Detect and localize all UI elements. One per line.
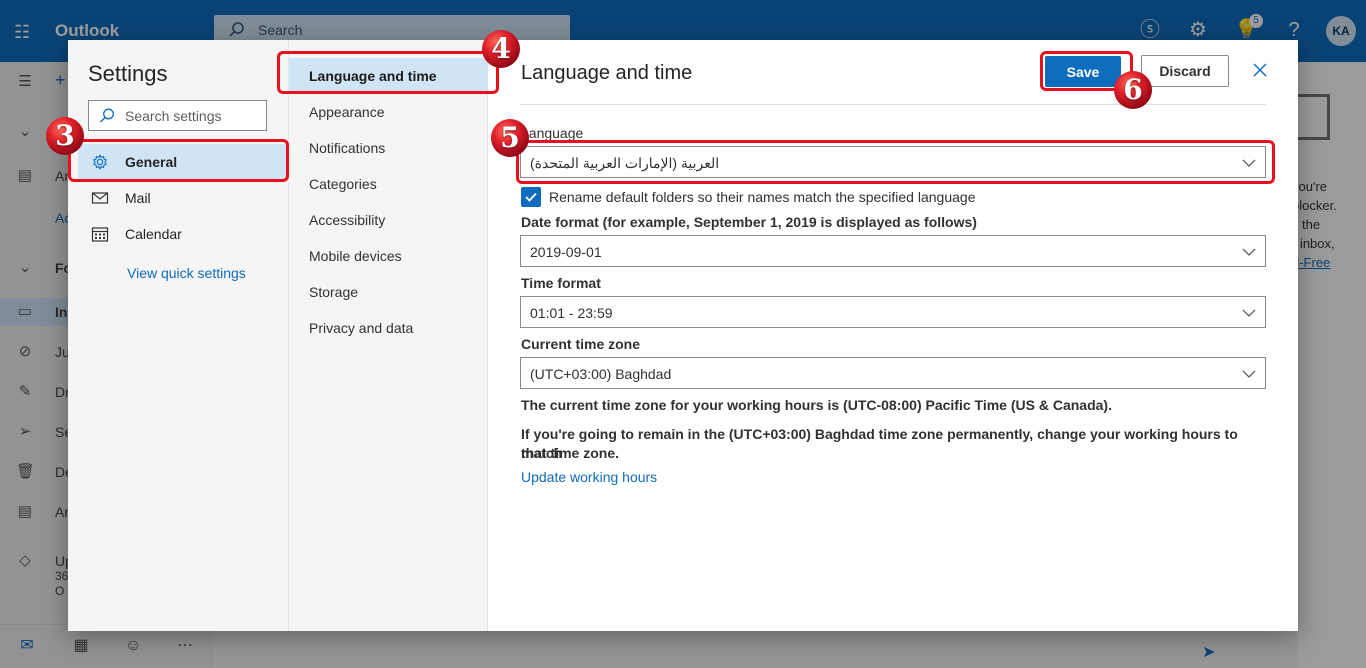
step-badge: 6 [1114, 71, 1152, 109]
category-label: Mail [125, 190, 151, 206]
subcategory-storage[interactable]: Storage [289, 274, 488, 310]
time-format-dropdown[interactable]: 01:01 - 23:59 [520, 296, 1266, 328]
step-badge: 3 [46, 117, 84, 155]
step-badge: 4 [482, 30, 520, 68]
date-format-label: Date format (for example, September 1, 2… [521, 214, 977, 230]
time-zone-label: Current time zone [521, 336, 641, 352]
rename-folders-checkbox[interactable] [521, 187, 541, 207]
subcategory-label: Notifications [309, 140, 386, 156]
time-zone-dropdown[interactable]: (UTC+03:00) Baghdad [520, 357, 1266, 389]
subcategory-notifications[interactable]: Notifications [289, 130, 488, 166]
divider [520, 104, 1266, 105]
chevron-down-icon [1242, 309, 1256, 317]
working-hours-note: The current time zone for your working h… [521, 397, 1112, 413]
discard-button[interactable]: Discard [1141, 55, 1229, 87]
mail-icon [91, 192, 109, 204]
subcategory-label: Appearance [309, 104, 385, 120]
subcategory-mobile-devices[interactable]: Mobile devices [289, 238, 488, 274]
highlight-general [68, 139, 289, 182]
pane-title: Language and time [521, 62, 693, 84]
settings-subcategory-pane: Language and time Appearance Notificatio… [288, 40, 488, 631]
calendar-icon [91, 227, 109, 242]
checkmark-icon [525, 192, 537, 202]
settings-search-input[interactable] [123, 105, 263, 127]
close-icon[interactable] [1250, 60, 1270, 80]
category-calendar[interactable]: Calendar [78, 216, 288, 252]
category-label: Calendar [125, 226, 182, 242]
language-label: Language [521, 125, 584, 141]
date-format-value: 2019-09-01 [530, 244, 602, 260]
subcategory-label: Accessibility [309, 212, 386, 228]
subcategory-label: Mobile devices [309, 248, 402, 264]
time-format-label: Time format [521, 275, 601, 291]
subcategory-label: Storage [309, 284, 359, 300]
settings-search[interactable] [88, 100, 267, 131]
search-icon [100, 108, 114, 123]
step-badge: 5 [491, 119, 529, 157]
subcategory-accessibility[interactable]: Accessibility [289, 202, 488, 238]
settings-category-pane: Settings General Mail Calendar View quic… [68, 40, 288, 631]
highlight-language-dropdown [516, 140, 1275, 184]
subcategory-categories[interactable]: Categories [289, 166, 488, 202]
rename-folders-label[interactable]: Rename default folders so their names ma… [549, 189, 975, 205]
update-working-hours-link[interactable]: Update working hours [521, 469, 657, 485]
highlight-language-and-time [277, 51, 499, 94]
time-format-value: 01:01 - 23:59 [530, 305, 613, 321]
chevron-down-icon [1242, 370, 1256, 378]
settings-detail-pane: Language and time Save Discard Language … [488, 40, 1298, 631]
settings-dialog: Settings General Mail Calendar View quic… [68, 40, 1298, 631]
settings-title: Settings [88, 61, 168, 86]
category-mail[interactable]: Mail [78, 180, 288, 216]
view-quick-settings-link[interactable]: View quick settings [127, 265, 246, 281]
remain-note-line2: that time zone. [521, 445, 620, 461]
date-format-dropdown[interactable]: 2019-09-01 [520, 235, 1266, 267]
time-zone-value: (UTC+03:00) Baghdad [530, 366, 672, 382]
subcategory-label: Privacy and data [309, 320, 414, 336]
subcategory-label: Categories [309, 176, 377, 192]
subcategory-appearance[interactable]: Appearance [289, 94, 488, 130]
chevron-down-icon [1242, 248, 1256, 256]
subcategory-privacy-and-data[interactable]: Privacy and data [289, 310, 488, 346]
